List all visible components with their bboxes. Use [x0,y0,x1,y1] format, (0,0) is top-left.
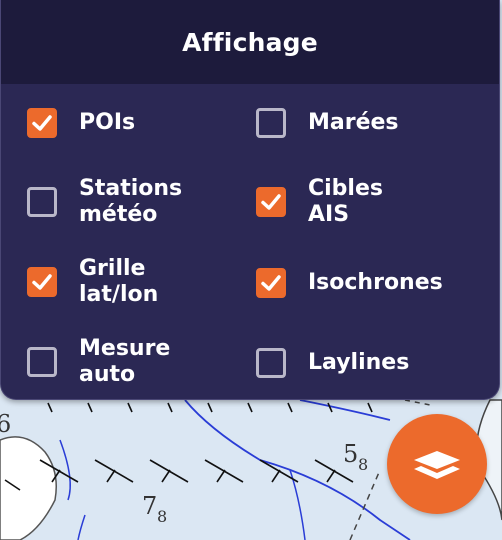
option-stations-meteo[interactable]: Stations météo [27,176,182,228]
layers-icon [414,451,460,479]
checkbox-checked[interactable] [256,268,286,298]
checkbox-checked[interactable] [256,187,286,217]
checkbox[interactable] [27,347,57,377]
option-label: POIs [79,110,136,135]
option-isochrones[interactable]: Isochrones [256,268,443,298]
option-label: Grille lat/lon [79,256,159,307]
option-marees[interactable]: Marées [256,108,399,138]
depth-label: 5 [343,440,358,468]
option-label: Cibles AIS [308,176,383,227]
checkmark-icon [32,115,52,131]
option-laylines[interactable]: Laylines [256,348,409,378]
display-options-panel: Affichage POIs Marées Stations météo Cib… [0,0,500,400]
checkbox[interactable] [27,187,57,217]
depth-label-subscript: 8 [157,507,167,526]
depth-label: 6 [0,410,11,438]
checkmark-icon [32,274,52,290]
options-grid: POIs Marées Stations météo Cibles AIS Gr… [1,84,499,399]
option-grille-lat-lon[interactable]: Grille lat/lon [27,256,158,308]
checkbox[interactable] [256,108,286,138]
checkmark-icon [261,194,281,210]
option-cibles-ais[interactable]: Cibles AIS [256,176,383,228]
checkbox-checked[interactable] [27,108,57,138]
option-pois[interactable]: POIs [27,108,135,138]
option-mesure-auto[interactable]: Mesure auto [27,336,170,388]
checkmark-icon [261,275,281,291]
option-label: Mesure auto [79,336,171,387]
checkbox[interactable] [256,348,286,378]
option-label: Marées [308,110,399,135]
depth-label: 7 [142,492,157,520]
panel-title: Affichage [182,27,318,57]
depth-label-subscript: 8 [358,455,368,474]
option-label: Laylines [308,350,410,375]
checkbox-checked[interactable] [27,267,57,297]
option-label: Isochrones [308,270,443,295]
layers-button[interactable] [387,414,487,514]
option-label: Stations météo [79,176,183,227]
panel-header: Affichage [1,0,499,84]
